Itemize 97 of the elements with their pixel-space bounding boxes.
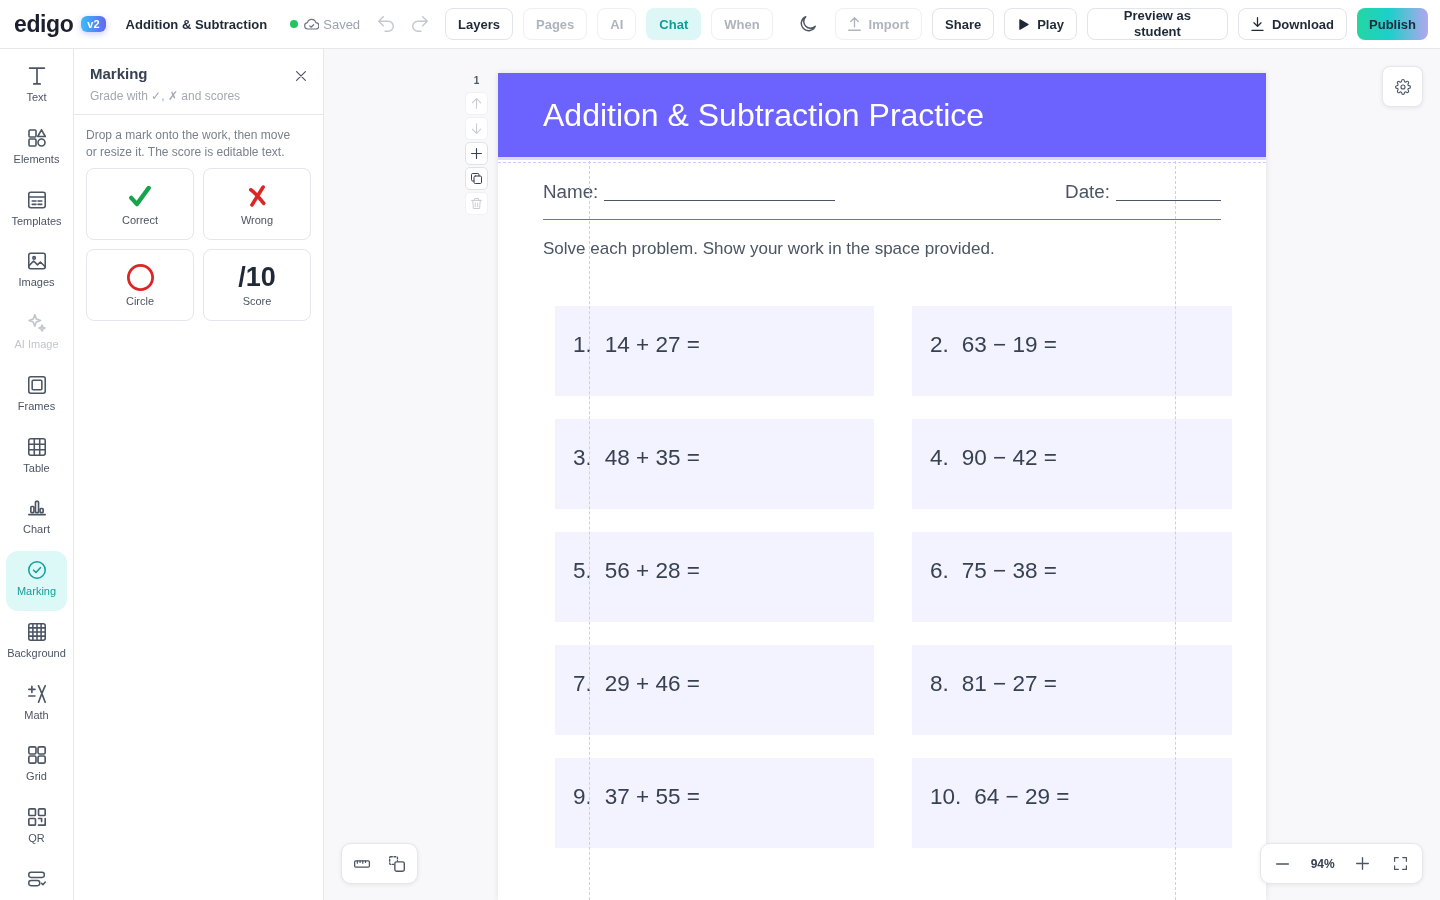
rail-item[interactable]: Chart — [6, 489, 67, 550]
cloud-check-icon — [304, 18, 320, 30]
rail-item[interactable]: Elements — [6, 118, 67, 179]
problem-expression: 29 + 46 = — [604, 671, 700, 697]
version-badge: v2 — [81, 16, 106, 32]
problem-expression: 37 + 55 = — [604, 784, 700, 810]
share-button[interactable]: Share — [932, 8, 995, 40]
page-add-button[interactable] — [465, 142, 488, 165]
panel-subtitle: Grade with ✓, ✗ and scores — [90, 88, 241, 104]
logo[interactable]: edigo — [14, 10, 74, 38]
problem-expression: 90 − 42 = — [961, 445, 1057, 471]
problem-expression: 48 + 35 = — [604, 445, 700, 471]
shapes-icon — [27, 128, 46, 147]
play-icon — [1019, 18, 1030, 30]
problem-number: 4. — [930, 445, 949, 471]
close-button[interactable] — [293, 68, 309, 84]
problem-number: 7. — [573, 671, 592, 697]
layout-icon — [27, 190, 46, 209]
problem-expression: 63 − 19 = — [961, 332, 1057, 358]
redo-icon — [412, 16, 429, 32]
problem-expression: 56 + 28 = — [604, 558, 700, 584]
problem-expression: 75 − 38 = — [961, 558, 1057, 584]
rail-item[interactable]: Text — [6, 57, 67, 117]
rail-item[interactable]: Templates — [6, 180, 67, 241]
plus-minus-icon — [27, 684, 46, 703]
mark-tile[interactable]: /10 Score — [203, 249, 311, 321]
copy-icon — [471, 173, 482, 184]
toolbar-tab[interactable]: Layers — [445, 8, 514, 40]
overlap-squares-icon — [389, 855, 405, 872]
check-circle-icon — [27, 561, 46, 579]
text-icon — [27, 67, 46, 85]
rail-item[interactable]: Frames — [6, 365, 67, 426]
worksheet-title: Addition & Subtraction Practice — [543, 96, 985, 134]
sparkle-icon — [27, 314, 46, 332]
cross-icon — [246, 185, 268, 207]
fullscreen-button[interactable] — [1391, 854, 1410, 873]
rail-item[interactable]: Math — [6, 674, 67, 735]
page-number: 1 — [473, 75, 480, 87]
circle-icon — [126, 263, 154, 291]
arrow-down-icon — [471, 123, 482, 134]
download-button[interactable]: Download — [1237, 8, 1348, 40]
form-icon — [27, 869, 46, 888]
mark-tile[interactable]: Circle — [86, 249, 194, 321]
problem-number: 10. — [930, 784, 962, 810]
grid-icon — [27, 622, 46, 641]
table-icon — [27, 437, 46, 456]
save-status: Saved — [323, 16, 361, 32]
status-dot-icon — [290, 20, 299, 28]
arrange-button[interactable] — [387, 853, 407, 874]
panel-title: Marking — [90, 64, 148, 84]
rail-item[interactable]: Images — [6, 242, 67, 303]
page-duplicate-button[interactable] — [465, 167, 488, 190]
mark-tile[interactable]: Correct — [86, 168, 194, 240]
zoom-level: 94% — [1310, 856, 1335, 871]
arrow-up-icon — [471, 98, 482, 109]
problem-number: 6. — [930, 558, 949, 584]
instructions: Solve each problem. Show your work in the space provided. — [543, 239, 996, 259]
problem-expression: 64 − 29 = — [974, 784, 1070, 810]
problem-number: 5. — [573, 558, 592, 584]
problem-expression: 14 + 27 = — [604, 332, 700, 358]
problem-number: 8. — [930, 671, 949, 697]
problem-number: 9. — [573, 784, 592, 810]
squares-icon — [27, 746, 46, 765]
settings-button[interactable] — [1382, 66, 1423, 107]
panel-hint: Drop a mark onto the work, then move or resize it. The score is editable text. — [86, 127, 292, 161]
download-icon — [1250, 17, 1264, 31]
rail-item[interactable]: Grid — [6, 736, 67, 797]
problem-number: 3. — [573, 445, 592, 471]
date-label: Date: — [1065, 181, 1110, 203]
close-icon — [296, 71, 306, 81]
name-label: Name: — [543, 181, 599, 203]
rail-item[interactable]: Table — [6, 427, 67, 488]
qr-code-icon — [27, 808, 46, 826]
settings-icon — [1394, 78, 1411, 95]
image-icon — [27, 252, 46, 271]
trash-icon — [471, 198, 482, 209]
score-sample: /10 — [238, 263, 276, 291]
problem-expression: 81 − 27 = — [961, 671, 1057, 697]
plus-icon — [471, 148, 482, 159]
undo-icon — [378, 16, 395, 32]
moon-icon — [799, 16, 816, 32]
document-title[interactable]: Addition & Subtraction — [125, 16, 278, 32]
rail-item[interactable]: QR — [6, 798, 67, 858]
frame-icon — [27, 375, 46, 394]
play-button[interactable]: Play — [1004, 8, 1077, 40]
check-icon — [129, 185, 151, 207]
minus-icon — [1276, 862, 1289, 865]
preview-button[interactable]: Preview as student — [1086, 8, 1228, 40]
problem-number: 1. — [573, 332, 592, 358]
bar-chart-icon — [27, 499, 46, 518]
mark-tile[interactable]: Wrong — [203, 168, 311, 240]
publish-button[interactable]: Publish — [1357, 8, 1428, 40]
problem-number: 2. — [930, 332, 949, 358]
upload-icon — [847, 17, 861, 31]
fullscreen-icon — [1394, 857, 1407, 870]
plus-icon — [1356, 857, 1370, 870]
rail-item[interactable]: Background — [6, 612, 67, 673]
